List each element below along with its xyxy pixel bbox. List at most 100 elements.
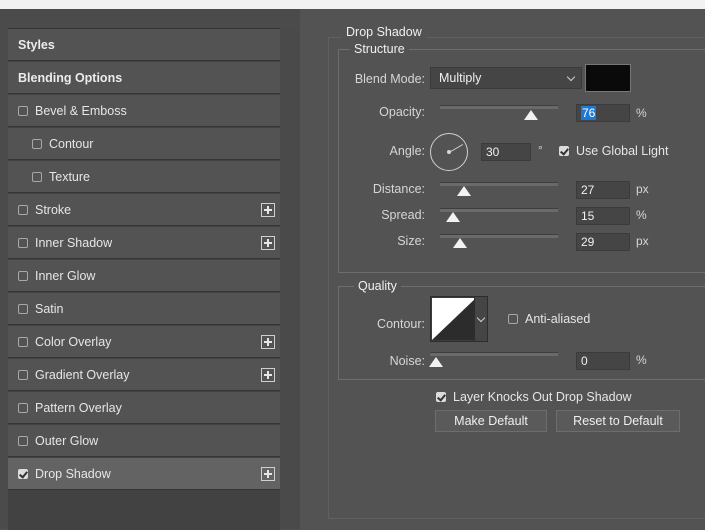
style-item-blending-options[interactable]: Blending Options (8, 62, 280, 94)
angle-label: Angle: (389, 144, 425, 158)
style-item-label: Blending Options (18, 70, 123, 85)
spread-slider-thumb[interactable] (446, 212, 460, 222)
opacity-slider-thumb[interactable] (524, 110, 538, 120)
plus-square-icon[interactable] (261, 368, 275, 382)
reset-to-default-button[interactable]: Reset to Default (556, 410, 680, 432)
size-unit: px (636, 234, 649, 248)
structure-legend: Structure (350, 42, 409, 56)
contour-label: Contour: (377, 317, 425, 331)
use-global-light-checkbox[interactable] (559, 146, 569, 156)
angle-dial-icon[interactable] (430, 133, 468, 171)
checkbox-icon[interactable] (18, 204, 28, 215)
anti-aliased-checkbox[interactable] (508, 314, 518, 324)
style-item-label: Outer Glow (35, 433, 99, 448)
plus-square-icon[interactable] (261, 203, 275, 217)
checkbox-icon[interactable] (18, 435, 28, 446)
contour-dropdown[interactable] (474, 297, 487, 341)
style-item-outer-glow[interactable]: Outer Glow (8, 425, 280, 457)
distance-field[interactable]: 27 (576, 181, 630, 199)
style-item-inner-glow[interactable]: Inner Glow (8, 260, 280, 292)
layer-knocks-out-checkbox[interactable] (436, 392, 446, 402)
shadow-color-swatch[interactable] (585, 64, 631, 92)
opacity-field[interactable]: 76 (576, 104, 630, 122)
style-item-bevel-emboss[interactable]: Bevel & Emboss (8, 95, 280, 127)
opacity-unit: % (636, 106, 647, 120)
plus-square-icon[interactable] (261, 236, 275, 250)
noise-unit: % (636, 353, 647, 367)
noise-slider-track[interactable] (430, 352, 558, 356)
noise-field[interactable]: 0 (576, 352, 630, 370)
drop-shadow-panel: Drop Shadow Structure Blend Mode: Multip… (320, 9, 705, 529)
style-item-color-overlay[interactable]: Color Overlay (8, 326, 280, 358)
styles-list: Styles Blending Options Bevel & Emboss Cont… (8, 28, 280, 530)
angle-dial-center (447, 150, 451, 154)
style-item-label: Pattern Overlay (35, 400, 122, 415)
checkbox-icon[interactable] (18, 270, 28, 281)
angle-value: 30 (486, 145, 500, 159)
distance-label: Distance: (372, 182, 425, 196)
checkbox-icon[interactable] (18, 105, 28, 116)
blend-mode-select[interactable]: Multiply (430, 67, 582, 89)
styles-sidebar: Styles Blending Options Bevel & Emboss Cont… (0, 9, 300, 530)
style-item-satin[interactable]: Satin (8, 293, 280, 325)
style-item-label: Satin (35, 301, 64, 316)
style-item-label: Contour (49, 136, 94, 151)
style-item-label: Inner Glow (35, 268, 96, 283)
checkbox-icon[interactable] (18, 402, 28, 413)
distance-value: 27 (581, 183, 595, 197)
style-item-contour[interactable]: Contour (8, 128, 280, 160)
window-top-edge (0, 0, 705, 9)
blend-mode-label: Blend Mode: (354, 72, 425, 86)
size-slider-thumb[interactable] (453, 238, 467, 248)
noise-label: Noise: (389, 354, 425, 368)
style-item-label: Texture (49, 169, 90, 184)
distance-unit: px (636, 182, 649, 196)
styles-list-gutter (280, 28, 300, 529)
contour-picker[interactable] (430, 296, 488, 342)
checkbox-icon[interactable] (18, 369, 28, 380)
style-item-styles[interactable]: Styles (8, 29, 280, 61)
contour-preview (432, 298, 476, 340)
noise-value: 0 (581, 354, 588, 368)
quality-legend: Quality (354, 279, 401, 293)
chevron-down-icon (476, 313, 486, 323)
spread-field[interactable]: 15 (576, 207, 630, 225)
plus-square-icon[interactable] (261, 335, 275, 349)
checkbox-icon[interactable] (18, 237, 28, 248)
chevron-down-icon (566, 72, 576, 82)
noise-slider-thumb[interactable] (429, 357, 443, 367)
style-item-texture[interactable]: Texture (8, 161, 280, 193)
angle-field[interactable]: 30 (481, 143, 531, 161)
angle-unit: ° (538, 143, 543, 157)
checkbox-icon[interactable] (18, 468, 28, 479)
checkbox-icon[interactable] (32, 171, 42, 182)
spread-label: Spread: (381, 208, 425, 222)
size-field[interactable]: 29 (576, 233, 630, 251)
checkbox-icon[interactable] (18, 336, 28, 347)
checkbox-icon[interactable] (32, 138, 42, 149)
opacity-slider-track[interactable] (440, 105, 558, 109)
style-item-label: Bevel & Emboss (35, 103, 127, 118)
size-label: Size: (397, 234, 425, 248)
style-item-inner-shadow[interactable]: Inner Shadow (8, 227, 280, 259)
checkbox-icon[interactable] (18, 303, 28, 314)
style-item-label: Drop Shadow (35, 466, 111, 481)
style-item-pattern-overlay[interactable]: Pattern Overlay (8, 392, 280, 424)
style-item-label: Inner Shadow (35, 235, 113, 250)
opacity-value: 76 (581, 106, 597, 120)
blend-mode-value: Multiply (439, 71, 482, 85)
style-item-gradient-overlay[interactable]: Gradient Overlay (8, 359, 280, 391)
plus-square-icon[interactable] (261, 467, 275, 481)
use-global-light-label: Use Global Light (576, 144, 669, 158)
spread-value: 15 (581, 209, 595, 223)
style-item-label: Styles (18, 37, 55, 52)
anti-aliased-label: Anti-aliased (525, 312, 591, 326)
style-item-stroke[interactable]: Stroke (8, 194, 280, 226)
size-value: 29 (581, 235, 595, 249)
style-item-drop-shadow[interactable]: Drop Shadow (8, 458, 280, 490)
style-item-label: Gradient Overlay (35, 367, 130, 382)
layer-knocks-out-label: Layer Knocks Out Drop Shadow (453, 390, 632, 404)
style-item-label: Color Overlay (35, 334, 112, 349)
make-default-button[interactable]: Make Default (435, 410, 547, 432)
distance-slider-thumb[interactable] (457, 186, 471, 196)
